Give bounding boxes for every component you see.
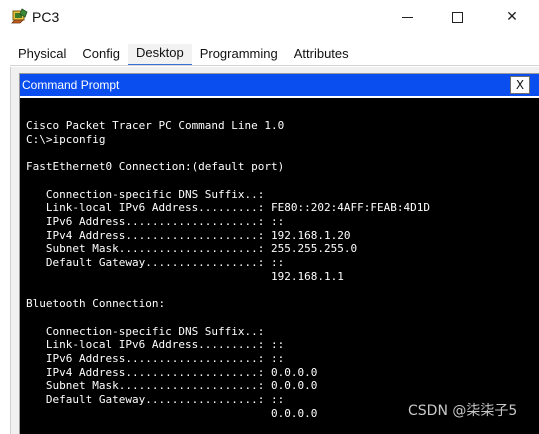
minimize-icon bbox=[401, 16, 413, 18]
tab-physical[interactable]: Physical bbox=[10, 44, 74, 66]
console-line: IPv6 Address....................: :: bbox=[26, 351, 285, 365]
console-line: 0.0.0.0 bbox=[26, 406, 318, 420]
console-line: Bluetooth Connection: bbox=[26, 297, 166, 311]
device-tabs: Physical Config Desktop Programming Attr… bbox=[10, 44, 357, 66]
console-line: FastEthernet0 Connection:(default port) bbox=[26, 160, 285, 174]
close-button[interactable]: ✕ bbox=[489, 0, 535, 34]
maximize-button[interactable] bbox=[434, 0, 480, 34]
console-line: IPv6 Address....................: :: bbox=[26, 214, 285, 228]
title-bar: PC3 ✕ bbox=[0, 0, 539, 36]
packet-tracer-pc-icon bbox=[11, 8, 29, 26]
console-text: Cisco Packet Tracer PC Command Line 1.0 … bbox=[26, 119, 539, 420]
tab-desktop[interactable]: Desktop bbox=[128, 44, 192, 66]
console-line: Cisco Packet Tracer PC Command Line 1.0 bbox=[26, 119, 285, 132]
window-title: PC3 bbox=[32, 9, 60, 25]
console-line: 192.168.1.1 bbox=[26, 269, 344, 283]
csdn-watermark: CSDN @柒柒子5 bbox=[408, 403, 518, 419]
maximize-icon bbox=[451, 11, 463, 23]
command-prompt-window: Command Prompt X Cisco Packet Tracer PC … bbox=[19, 73, 539, 434]
console-line: Connection-specific DNS Suffix..: bbox=[26, 324, 272, 338]
command-prompt-header: Command Prompt X bbox=[20, 74, 539, 96]
console-line: Link-local IPv6 Address.........: FE80::… bbox=[26, 201, 430, 215]
console-line: IPv4 Address....................: 0.0.0.… bbox=[26, 365, 318, 379]
desktop-panel: Command Prompt X Cisco Packet Tracer PC … bbox=[10, 67, 539, 434]
console-line: Subnet Mask.....................: 255.25… bbox=[26, 242, 358, 256]
tab-attributes[interactable]: Attributes bbox=[286, 44, 357, 66]
console-line: Default Gateway.................: :: bbox=[26, 256, 285, 270]
close-icon: ✕ bbox=[506, 9, 518, 25]
minimize-button[interactable] bbox=[384, 0, 430, 34]
command-prompt-close-button[interactable]: X bbox=[510, 76, 530, 94]
console-line: C:\>ipconfig bbox=[26, 132, 106, 146]
tab-config[interactable]: Config bbox=[74, 44, 128, 66]
console-line: Link-local IPv6 Address.........: :: bbox=[26, 338, 285, 352]
console-line: IPv4 Address....................: 192.16… bbox=[26, 228, 351, 242]
tab-programming[interactable]: Programming bbox=[192, 44, 286, 66]
console-line: Default Gateway.................: :: bbox=[26, 393, 285, 407]
console-line: Connection-specific DNS Suffix..: bbox=[26, 187, 272, 201]
packet-tracer-pc-window: PC3 ✕ Physical Config Desktop Programmin… bbox=[0, 0, 539, 434]
console-output[interactable]: Cisco Packet Tracer PC Command Line 1.0 … bbox=[20, 98, 539, 434]
command-prompt-title: Command Prompt bbox=[22, 78, 120, 92]
console-line: Subnet Mask.....................: 0.0.0.… bbox=[26, 379, 318, 393]
tabs-divider bbox=[10, 65, 539, 66]
